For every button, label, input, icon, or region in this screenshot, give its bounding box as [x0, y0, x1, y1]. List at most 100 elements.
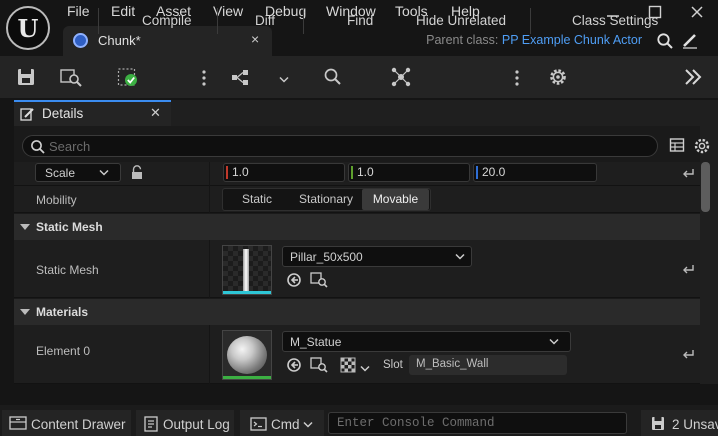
- menu-edit[interactable]: Edit: [111, 3, 135, 21]
- browse-asset-icon[interactable]: [310, 272, 328, 288]
- save-all-icon: [652, 417, 664, 430]
- compile-options-icon[interactable]: [200, 69, 208, 87]
- details-search[interactable]: [22, 135, 658, 157]
- slot-label: Slot: [383, 359, 403, 371]
- search-input[interactable]: [49, 138, 649, 154]
- mobility-option-stationary[interactable]: Stationary: [290, 189, 362, 210]
- diff-icon[interactable]: [231, 68, 253, 88]
- tab-close-icon[interactable]: ×: [251, 31, 259, 47]
- details-close-icon[interactable]: ✕: [150, 105, 161, 121]
- y-axis-marker: [351, 166, 353, 179]
- asset-type-bar: [223, 291, 271, 294]
- material-picker[interactable]: M_Statue: [282, 331, 571, 352]
- details-scrollbar[interactable]: [701, 162, 710, 212]
- find-icon[interactable]: [323, 67, 343, 87]
- reset-arrow-icon[interactable]: [681, 348, 695, 360]
- slot-field: M_Basic_Wall: [409, 355, 567, 375]
- menu-file[interactable]: File: [67, 3, 90, 21]
- column-divider: [209, 325, 210, 384]
- scale-y-value: 1.0: [357, 165, 374, 179]
- unsaved-label: 2 Unsav: [672, 417, 718, 432]
- mobility-option-static[interactable]: Static: [224, 189, 290, 210]
- mobility-label: Mobility: [36, 193, 77, 207]
- console-command[interactable]: [328, 412, 627, 434]
- tab-details[interactable]: Details ✕: [14, 100, 171, 126]
- gear-icon[interactable]: [693, 137, 711, 155]
- class-settings-button[interactable]: Class Settings: [572, 13, 658, 28]
- pillar-preview: [243, 249, 249, 291]
- drawer-icon: [9, 416, 27, 430]
- toolbar: [0, 56, 718, 98]
- hide-unrelated-button[interactable]: Hide Unrelated: [416, 13, 506, 28]
- content-drawer-label: Content Drawer: [31, 417, 126, 432]
- close-icon[interactable]: [689, 4, 705, 20]
- static-mesh-picker[interactable]: Pillar_50x500: [282, 246, 472, 267]
- unreal-logo-icon[interactable]: U: [6, 6, 50, 50]
- materials-category[interactable]: Materials: [14, 299, 700, 325]
- static-mesh-category[interactable]: Static Mesh: [14, 214, 700, 240]
- column-divider: [209, 162, 210, 186]
- checker-icon[interactable]: [340, 357, 356, 373]
- material-value: M_Statue: [290, 335, 342, 349]
- browse-icon[interactable]: [59, 66, 83, 88]
- toolbar-separator: [303, 8, 304, 34]
- hide-unrelated-options-icon[interactable]: [513, 69, 521, 87]
- static-mesh-thumbnail[interactable]: [222, 245, 272, 295]
- asset-type-bar: [223, 376, 271, 379]
- use-selected-icon[interactable]: [286, 357, 302, 373]
- z-axis-marker: [476, 166, 478, 179]
- pencil-icon[interactable]: [681, 31, 699, 49]
- hide-unrelated-icon[interactable]: [390, 66, 412, 88]
- scale-mode-dropdown[interactable]: Scale: [35, 163, 121, 182]
- static-mesh-label: Static Mesh: [36, 263, 99, 277]
- find-button[interactable]: Find: [347, 13, 373, 28]
- slot-value: M_Basic_Wall: [416, 358, 489, 370]
- content-drawer-button[interactable]: Content Drawer: [2, 410, 131, 436]
- search-icon: [31, 140, 45, 154]
- chevron-down-icon: [455, 253, 465, 260]
- parent-class-link[interactable]: PP Example Chunk Actor: [502, 33, 642, 47]
- scale-y-field[interactable]: 1.0: [348, 163, 470, 182]
- table-icon[interactable]: [669, 137, 686, 154]
- materials-category-title: Materials: [36, 305, 89, 319]
- x-axis-marker: [226, 166, 228, 179]
- scale-mode-value: Scale: [45, 166, 76, 180]
- chevron-down-icon[interactable]: [279, 72, 289, 83]
- use-selected-icon[interactable]: [286, 272, 302, 288]
- cmd-dropdown[interactable]: Cmd: [240, 410, 324, 436]
- material-thumbnail[interactable]: [222, 330, 272, 380]
- output-log-label: Output Log: [163, 417, 230, 432]
- console-input[interactable]: [337, 415, 617, 431]
- log-icon: [144, 416, 158, 432]
- toolbar-separator: [530, 8, 531, 34]
- scale-x-field[interactable]: 1.0: [223, 163, 345, 182]
- reset-arrow-icon[interactable]: [681, 263, 695, 275]
- unsaved-button[interactable]: 2 Unsav: [641, 410, 718, 436]
- reset-arrow-icon[interactable]: [681, 167, 695, 179]
- terminal-icon: [250, 417, 267, 431]
- toolbar-separator: [98, 8, 99, 34]
- static-mesh-category-title: Static Mesh: [36, 220, 103, 234]
- column-divider: [209, 186, 210, 213]
- save-icon[interactable]: [15, 66, 37, 88]
- search-icon[interactable]: [656, 32, 674, 50]
- parent-class: Parent class: PP Example Chunk Actor: [426, 33, 642, 47]
- tab-chunk[interactable]: Chunk* ×: [63, 26, 272, 56]
- parent-class-label: Parent class:: [426, 33, 499, 47]
- gear-icon[interactable]: [548, 67, 568, 87]
- mobility-option-movable[interactable]: Movable: [362, 189, 429, 210]
- chevron-down-icon: [20, 224, 30, 230]
- scale-x-value: 1.0: [232, 165, 249, 179]
- blueprint-icon: [73, 33, 88, 48]
- chevron-down-icon[interactable]: [360, 361, 370, 372]
- browse-asset-icon[interactable]: [310, 357, 328, 373]
- output-log-button[interactable]: Output Log: [136, 410, 234, 436]
- lock-icon[interactable]: [130, 165, 144, 180]
- details-tab-label: Details: [42, 106, 84, 121]
- diff-button[interactable]: Diff: [255, 13, 275, 28]
- chevron-down-icon: [303, 421, 313, 428]
- compile-icon[interactable]: [117, 66, 139, 88]
- compile-button[interactable]: Compile: [142, 13, 192, 28]
- chevron-right-double-icon[interactable]: [683, 68, 703, 86]
- scale-z-field[interactable]: 20.0: [473, 163, 597, 182]
